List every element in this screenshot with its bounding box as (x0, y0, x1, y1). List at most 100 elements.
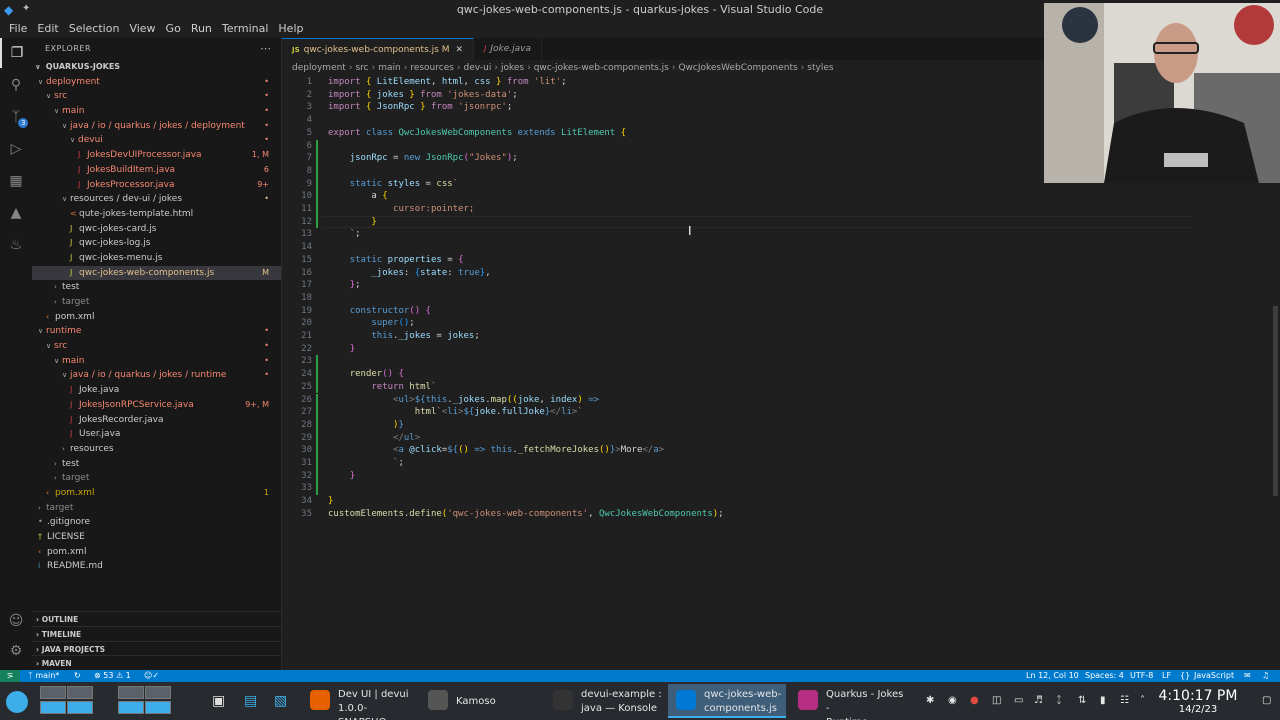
taskbar-task[interactable]: Dev UI | devui 1.0.0-SNAPSHO... (302, 684, 418, 720)
close-icon[interactable]: ✕ (455, 45, 463, 55)
taskbar-task[interactable]: devui-example : java — Konsole (545, 684, 663, 718)
cursor-position[interactable]: Ln 12, Col 10 (1026, 670, 1079, 682)
feedback-icon[interactable]: ✉ (1244, 670, 1251, 682)
breadcrumb-item[interactable]: main (378, 63, 401, 73)
menu-selection[interactable]: Selection (64, 20, 125, 38)
indentation-status[interactable]: Spaces: 4 (1085, 670, 1124, 682)
java-projects-section[interactable]: › JAVA PROJECTS (32, 641, 281, 656)
menu-file[interactable]: File (4, 20, 32, 38)
menu-run[interactable]: Run (186, 20, 217, 38)
expand-tray-icon[interactable]: ˄ (1140, 695, 1145, 706)
tree-file[interactable]: • .gitignore (32, 515, 281, 530)
breadcrumb-item[interactable]: dev-ui (464, 63, 492, 73)
desktop-pager-cell[interactable] (145, 701, 171, 714)
tree-folder[interactable]: › target (32, 501, 281, 516)
remote-icon[interactable]: ⋝ (0, 670, 20, 682)
tree-folder[interactable]: › test (32, 457, 281, 472)
tree-file[interactable]: J JokesRecorder.java (32, 413, 281, 428)
scrollbar-thumb[interactable] (1273, 306, 1278, 496)
sync-icon[interactable]: ↻ (74, 670, 81, 682)
manage-gear-icon[interactable]: ⚙ (0, 636, 32, 666)
tree-file[interactable]: ‹ pom.xml (32, 545, 281, 560)
tree-folder[interactable]: ∨ java / io / quarkus / jokes / runtime • (32, 368, 281, 383)
source-control-icon[interactable]: ᛉ3 (0, 102, 32, 132)
branch-status[interactable]: ᛉ main* (28, 670, 59, 682)
desktop-pager-cell[interactable] (67, 686, 93, 699)
breadcrumb-item[interactable]: src (355, 63, 368, 73)
bluetooth-icon[interactable]: ᛨ (1056, 695, 1062, 706)
breadcrumb-item[interactable]: styles (807, 63, 833, 73)
clipboard-icon[interactable]: ▭ (1014, 695, 1023, 706)
desktop-pager-cell[interactable] (40, 686, 66, 699)
battery-icon[interactable]: ▮ (1100, 695, 1106, 706)
taskbar-task[interactable]: Quarkus - Jokes - Runtime - Apac... (790, 684, 910, 720)
record-icon[interactable]: ● (970, 695, 979, 706)
language-mode[interactable]: JavaScript (1194, 670, 1234, 682)
tree-folder[interactable]: › target (32, 295, 281, 310)
tree-file[interactable]: ‹ pom.xml (32, 310, 281, 325)
network-icon[interactable]: ⇅ (1078, 695, 1086, 706)
workspace-root[interactable]: ∨ QUARKUS-JOKES (32, 60, 281, 75)
taskbar-task[interactable]: qwc-jokes-web-components.js -... (668, 684, 786, 720)
peek-desktop-icon[interactable]: ▢ (1262, 695, 1271, 706)
menu-edit[interactable]: Edit (32, 20, 63, 38)
tree-file[interactable]: † LICENSE (32, 530, 281, 545)
outline-section[interactable]: › OUTLINE (32, 611, 281, 626)
tree-file[interactable]: Jqwc-jokes-menu.js (32, 251, 281, 266)
tree-folder[interactable]: ∨ deployment • (32, 75, 281, 90)
bracket-icon[interactable]: {} (1180, 670, 1190, 682)
tab-joke-java[interactable]: J Joke.java (474, 38, 542, 60)
tree-file[interactable]: J JokesProcessor.java 9+ (32, 178, 281, 193)
tab-qwc-jokes-web-components[interactable]: JS qwc-jokes-web-components.js M ✕ (282, 38, 474, 60)
breadcrumb-item[interactable]: QwcJokesWebComponents (678, 63, 797, 73)
tree-folder[interactable]: ∨ main • (32, 104, 281, 119)
desktop-pager-cell[interactable] (67, 701, 93, 714)
desktop-pager-cell[interactable] (145, 686, 171, 699)
tree-folder[interactable]: ∨ resources / dev-ui / jokes • (32, 192, 281, 207)
desktop-pager-cell[interactable] (118, 701, 144, 714)
testing-icon[interactable]: ▲ (0, 198, 32, 228)
tree-file[interactable]: J JokesDevUIProcessor.java 1, M (32, 148, 281, 163)
tree-folder[interactable]: › resources (32, 442, 281, 457)
maven-section[interactable]: › MAVEN (32, 655, 281, 670)
tree-folder[interactable]: ∨ src • (32, 89, 281, 104)
explorer-icon[interactable]: ❐ (0, 38, 32, 68)
tree-folder[interactable]: ∨ java / io / quarkus / jokes / deploymen… (32, 119, 281, 134)
breadcrumb-item[interactable]: deployment (292, 63, 346, 73)
desktop-pager-cell[interactable] (40, 701, 66, 714)
system-tray-icon[interactable]: ✱ (926, 695, 934, 706)
volume-icon[interactable]: ♬ (1034, 695, 1043, 706)
tree-folder[interactable]: ∨ devui • (32, 133, 281, 148)
accounts-icon[interactable]: ☺ (0, 606, 32, 636)
discover-icon[interactable]: ◉ (948, 695, 957, 706)
tree-file[interactable]: ‹ pom.xml 1 (32, 486, 281, 501)
encoding-status[interactable]: UTF-8 (1130, 670, 1153, 682)
breadcrumb-item[interactable]: qwc-jokes-web-components.js (534, 63, 669, 73)
smiley-icon[interactable]: ☺✓ (144, 670, 159, 682)
wifi-icon[interactable]: ☷ (1120, 695, 1129, 706)
more-actions-icon[interactable]: ⋯ (260, 42, 271, 55)
tree-file[interactable]: i README.md (32, 559, 281, 574)
eol-status[interactable]: LF (1162, 670, 1171, 682)
timeline-section[interactable]: › TIMELINE (32, 626, 281, 641)
display-icon[interactable]: ◫ (992, 695, 1001, 706)
docker-icon[interactable]: ♨ (0, 230, 32, 260)
run-debug-icon[interactable]: ▷ (0, 134, 32, 164)
menu-view[interactable]: View (124, 20, 160, 38)
store-icon[interactable]: ▤ (244, 693, 257, 709)
tree-folder[interactable]: › test (32, 280, 281, 295)
clock[interactable]: 4:10:17 PM 14/2/23 (1158, 688, 1238, 716)
tree-file[interactable]: Jqwc-jokes-web-components.js M (32, 265, 281, 281)
breadcrumb-item[interactable]: resources (410, 63, 454, 73)
notifications-bell-icon[interactable]: ♫ (1262, 670, 1269, 682)
file-manager-icon[interactable]: ▧ (274, 693, 287, 709)
desktop-pager-cell[interactable] (118, 686, 144, 699)
extensions-icon[interactable]: ▦ (0, 166, 32, 196)
tree-file[interactable]: J Joke.java (32, 383, 281, 398)
breadcrumb-item[interactable]: jokes (501, 63, 524, 73)
menu-go[interactable]: Go (161, 20, 186, 38)
tree-file[interactable]: Jqwc-jokes-log.js (32, 236, 281, 251)
problems-status[interactable]: ⊗ 53 ⚠ 1 (94, 670, 131, 682)
tree-file[interactable]: < qute-jokes-template.html (32, 207, 281, 222)
tree-folder[interactable]: › target (32, 471, 281, 486)
